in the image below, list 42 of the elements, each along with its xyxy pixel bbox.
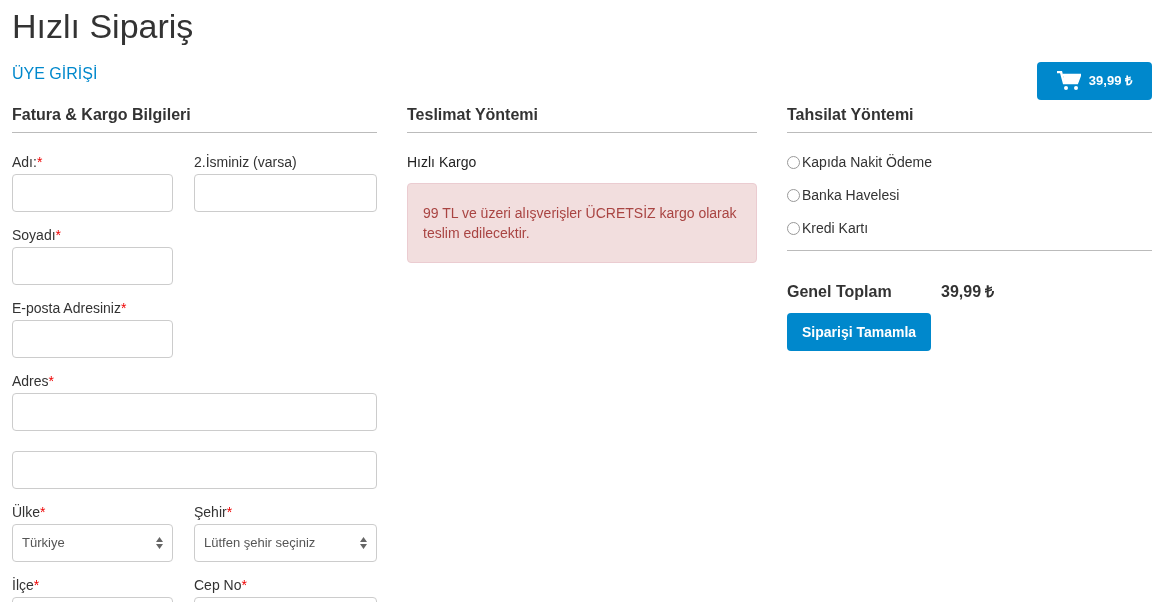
complete-order-button[interactable]: Siparişi Tamamla bbox=[787, 313, 932, 351]
required-mark: * bbox=[33, 576, 40, 594]
field-label: Adı: bbox=[12, 153, 37, 171]
required-mark: * bbox=[120, 299, 127, 317]
field-label: E-posta Adresiniz bbox=[12, 299, 121, 317]
payment-radio[interactable]: Kapıda Nakit Ödeme bbox=[787, 152, 1152, 172]
cart-icon bbox=[1056, 71, 1081, 91]
input-field[interactable] bbox=[12, 393, 377, 431]
page-title: Hızlı Sipariş bbox=[12, 6, 195, 46]
required-mark: * bbox=[241, 576, 247, 594]
section-heading: Fatura & Kargo Bilgileri bbox=[12, 105, 192, 125]
field-label: İlçe bbox=[12, 576, 34, 594]
sort-icon bbox=[156, 537, 163, 549]
total-label: Genel Toplam bbox=[787, 282, 893, 302]
required-mark: * bbox=[36, 153, 43, 171]
required-mark: * bbox=[48, 372, 55, 390]
sort-icon bbox=[360, 537, 367, 549]
select-field[interactable]: Lütfen şehir seçiniz bbox=[194, 524, 377, 562]
field-label: Ülke bbox=[12, 503, 40, 521]
total-value: 39,99 ₺ bbox=[941, 282, 995, 302]
required-mark: * bbox=[55, 226, 62, 244]
input-field[interactable] bbox=[12, 174, 173, 212]
login-link[interactable]: ÜYE GİRİŞİ bbox=[12, 64, 98, 84]
field-label: Adres bbox=[12, 372, 49, 390]
field-label: Cep No bbox=[194, 576, 242, 594]
field-label: Soyadı bbox=[12, 226, 56, 244]
notice-alert: 99 TL ve üzeri alışverişler ÜCRETSİZ kargo olarak teslim edilecektir. bbox=[407, 183, 757, 263]
input-field[interactable] bbox=[12, 320, 173, 358]
payment-radio[interactable]: Kredi Kartı bbox=[787, 218, 1152, 238]
cart-button[interactable]: 39,99 ₺ bbox=[1036, 62, 1152, 100]
input-field[interactable] bbox=[12, 247, 173, 285]
input-field[interactable] bbox=[12, 451, 377, 489]
payment-radio[interactable]: Banka Havelesi bbox=[787, 185, 1152, 205]
input-field[interactable] bbox=[194, 174, 377, 212]
delivery-method: Hızlı Kargo bbox=[407, 153, 478, 172]
required-mark: * bbox=[40, 503, 46, 521]
section-heading: Tahsilat Yöntemi bbox=[787, 105, 915, 125]
select-field[interactable]: Türkiye bbox=[12, 524, 173, 562]
section-heading: Teslimat Yöntemi bbox=[407, 105, 539, 125]
field-label: Şehir bbox=[194, 503, 227, 521]
field-label: 2.İsminiz (varsa) bbox=[194, 153, 297, 171]
required-mark: * bbox=[226, 503, 233, 521]
